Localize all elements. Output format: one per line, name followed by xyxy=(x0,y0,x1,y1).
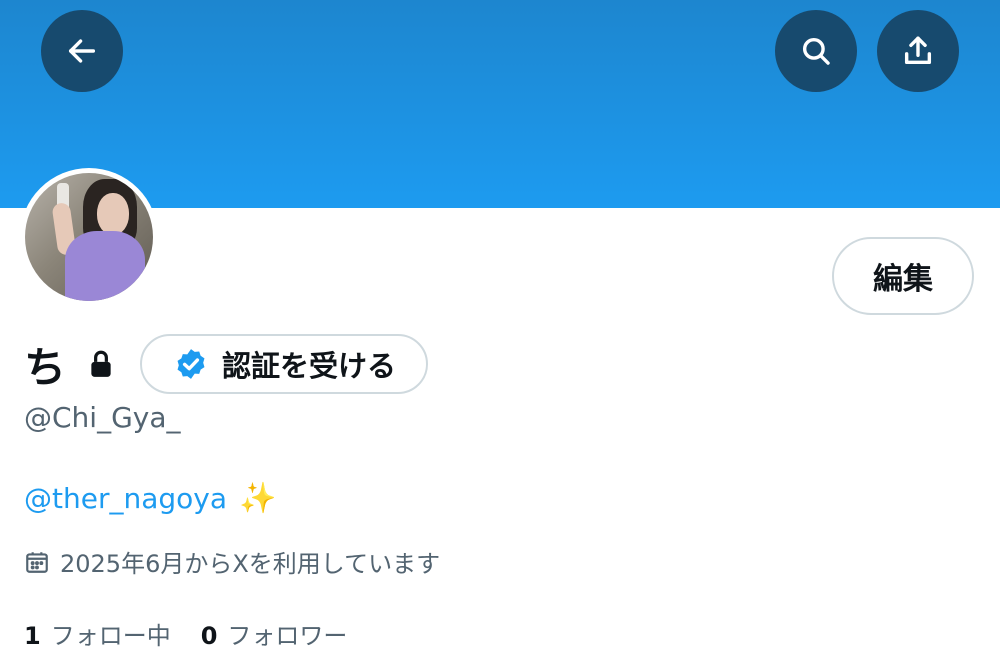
calendar-icon xyxy=(26,551,48,573)
join-date-text: 2025年6月からXを利用しています xyxy=(60,550,441,578)
following-count: 1 xyxy=(24,622,41,650)
sparkles-emoji: ✨ xyxy=(239,481,277,516)
avatar-photo-detail xyxy=(65,231,145,301)
avatar-frame[interactable] xyxy=(20,168,158,306)
name-row: ち 認証を受ける xyxy=(24,330,429,398)
get-verified-label: 認証を受ける xyxy=(222,349,397,383)
followers-count: 0 xyxy=(200,622,218,650)
followers-label: フォロワー xyxy=(227,622,348,650)
share-icon xyxy=(904,36,932,65)
profile-bio: @ther_nagoya ✨ xyxy=(24,481,276,516)
search-button[interactable] xyxy=(775,10,857,92)
join-date: 2025年6月からXを利用しています xyxy=(24,544,440,579)
search-icon xyxy=(802,37,830,65)
follow-stats: 1 フォロー中 0 フォロワー xyxy=(24,616,347,651)
get-verified-button[interactable]: 認証を受ける xyxy=(140,334,429,394)
username-handle: @Chi_Gya_ xyxy=(24,401,181,434)
lock-icon xyxy=(88,349,114,379)
edit-profile-button[interactable]: 編集 xyxy=(832,237,974,315)
back-button[interactable] xyxy=(41,10,123,92)
bio-mention-link[interactable]: @ther_nagoya xyxy=(24,482,227,515)
avatar[interactable] xyxy=(25,173,153,301)
share-button[interactable] xyxy=(877,10,959,92)
display-name: ち xyxy=(24,342,67,392)
verified-badge-icon xyxy=(177,349,205,379)
arrow-left-icon xyxy=(68,39,96,63)
following-link[interactable]: 1 フォロー中 xyxy=(24,616,171,651)
followers-link[interactable]: 0 フォロワー xyxy=(201,616,348,651)
following-label: フォロー中 xyxy=(50,622,171,650)
avatar-photo-detail xyxy=(97,193,129,235)
